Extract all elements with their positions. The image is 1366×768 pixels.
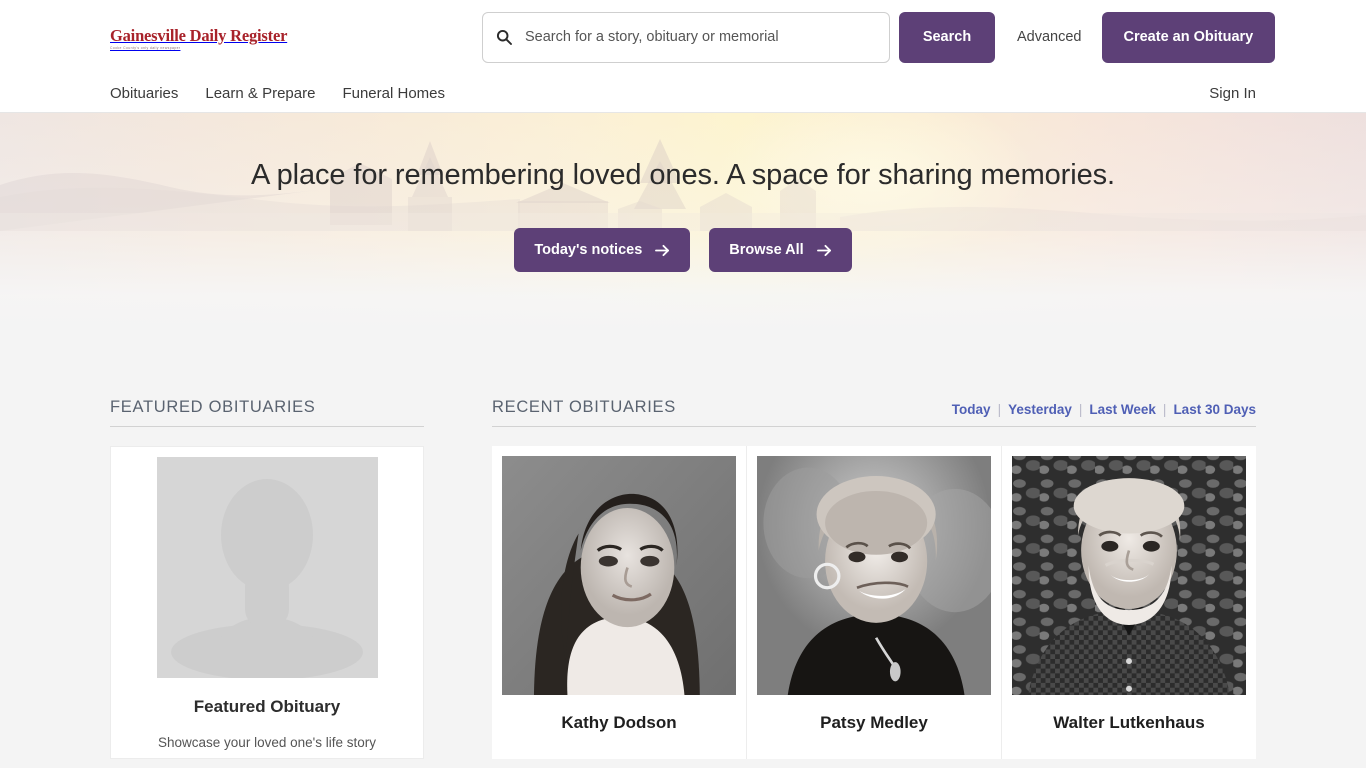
search-input[interactable] <box>482 11 890 63</box>
todays-notices-label: Today's notices <box>534 242 643 258</box>
arrow-right-icon <box>816 244 832 257</box>
featured-card-title: Featured Obituary <box>193 697 341 716</box>
recent-section-title: RECENT OBITUARIES <box>492 398 676 416</box>
obituary-card[interactable]: Patsy Medley <box>747 446 1002 759</box>
hero-button-group: Today's notices Browse All <box>0 228 1366 272</box>
filter-separator: | <box>1078 402 1083 417</box>
featured-section-title: FEATURED OBITUARIES <box>110 398 316 416</box>
portrait-photo-bearded-man-icon <box>1012 456 1246 695</box>
recent-obituaries-section: RECENT OBITUARIES Today | Yesterday | La… <box>492 398 1256 759</box>
logo-tagline: Cooke County's only daily newspaper <box>110 46 181 51</box>
nav-item-funeral-homes[interactable]: Funeral Homes <box>342 85 445 102</box>
recent-obituaries-grid: Kathy Dodson Patsy Medley Walter Lutkenh… <box>492 446 1256 759</box>
recent-filter-links: Today | Yesterday | Last Week | Last 30 … <box>952 402 1256 417</box>
obituary-card[interactable]: Kathy Dodson <box>492 446 747 759</box>
recent-section-header: RECENT OBITUARIES Today | Yesterday | La… <box>492 398 1256 427</box>
arrow-right-icon <box>655 244 670 257</box>
nav-item-learn-prepare[interactable]: Learn & Prepare <box>205 85 315 102</box>
hero-content: A place for remembering loved ones. A sp… <box>0 113 1366 272</box>
obituary-card-name: Kathy Dodson <box>561 713 677 732</box>
featured-section-header: FEATURED OBITUARIES <box>110 398 424 427</box>
obituary-card-name: Walter Lutkenhaus <box>1053 713 1205 732</box>
site-logo[interactable]: Gainesville Daily Register Cooke County'… <box>110 24 310 51</box>
filter-last-30-days[interactable]: Last 30 Days <box>1173 402 1256 417</box>
hero-banner: A place for remembering loved ones. A sp… <box>0 113 1366 398</box>
filter-separator: | <box>997 402 1002 417</box>
filter-today[interactable]: Today <box>952 402 991 417</box>
obituary-photo <box>502 456 736 695</box>
advanced-search-link[interactable]: Advanced <box>1017 29 1082 45</box>
nav-item-obituaries[interactable]: Obituaries <box>110 85 178 102</box>
todays-notices-button[interactable]: Today's notices <box>514 228 691 272</box>
obituary-card[interactable]: Walter Lutkenhaus <box>1002 446 1256 759</box>
sign-in-link[interactable]: Sign In <box>1209 85 1256 102</box>
logo-title: Gainesville Daily Register <box>110 25 288 45</box>
search-button[interactable]: Search <box>899 11 995 63</box>
obituary-photo <box>757 456 991 695</box>
obituary-card-name: Patsy Medley <box>820 713 928 732</box>
filter-separator: | <box>1162 402 1167 417</box>
featured-card-subtitle: Showcase your loved one's life story <box>158 735 376 750</box>
search-field-wrapper <box>482 11 890 63</box>
avatar-silhouette-icon <box>156 457 378 678</box>
portrait-photo-older-woman-icon <box>757 456 991 695</box>
person-silhouette-placeholder-icon <box>156 457 378 678</box>
hero-title: A place for remembering loved ones. A sp… <box>251 159 1115 191</box>
main-content: FEATURED OBITUARIES Featured Obituary Sh… <box>0 398 1366 759</box>
header-top-bar: Gainesville Daily Register Cooke County'… <box>0 0 1366 74</box>
filter-yesterday[interactable]: Yesterday <box>1008 402 1072 417</box>
browse-all-label: Browse All <box>729 242 804 258</box>
featured-obituaries-section: FEATURED OBITUARIES Featured Obituary Sh… <box>110 398 424 759</box>
main-navigation: Obituaries Learn & Prepare Funeral Homes… <box>0 74 1366 113</box>
browse-all-button[interactable]: Browse All <box>709 228 852 272</box>
featured-obituary-card[interactable]: Featured Obituary Showcase your loved on… <box>110 446 424 759</box>
site-header: Gainesville Daily Register Cooke County'… <box>0 0 1366 113</box>
portrait-photo-woman-dark-hair-icon <box>502 456 736 695</box>
obituary-photo <box>1012 456 1246 695</box>
nav-links-group: Obituaries Learn & Prepare Funeral Homes <box>110 85 445 102</box>
create-obituary-button[interactable]: Create an Obituary <box>1101 11 1276 63</box>
filter-last-week[interactable]: Last Week <box>1089 402 1156 417</box>
header-search-tools: Search Advanced Create an Obituary <box>482 11 1276 63</box>
